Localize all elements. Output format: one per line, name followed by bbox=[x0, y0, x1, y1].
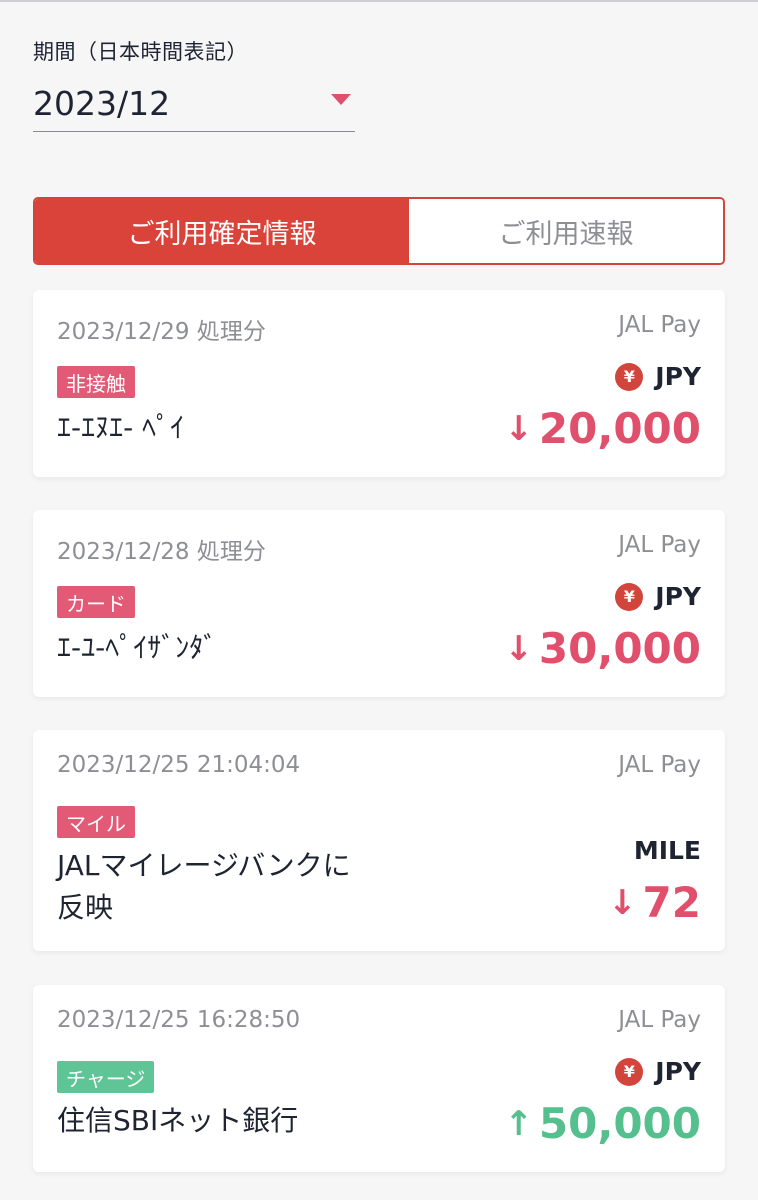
currency-label: ¥ JPY bbox=[615, 1057, 701, 1086]
transaction-card[interactable]: 2023/12/29 処理分 JAL Pay 非接触 ｴ-ｴﾇｴ- ﾍﾟｲ ¥ … bbox=[33, 290, 725, 477]
yen-icon: ¥ bbox=[615, 1057, 644, 1086]
merchant-name: 住信SBIネット銀行 bbox=[57, 1104, 299, 1137]
tab-confirmed-usage[interactable]: ご利用確定情報 bbox=[35, 199, 409, 263]
amount-value: 72 bbox=[642, 878, 701, 927]
usage-tabs: ご利用確定情報 ご利用速報 bbox=[33, 197, 725, 265]
top-divider bbox=[0, 0, 758, 2]
currency-label: ¥ JPY bbox=[615, 362, 701, 391]
currency-code: JPY bbox=[655, 582, 701, 611]
transaction-brand: JAL Pay bbox=[618, 752, 701, 778]
yen-icon: ¥ bbox=[615, 362, 644, 391]
period-value: 2023/12 bbox=[33, 84, 171, 123]
transaction-date: 2023/12/25 21:04:04 bbox=[57, 752, 301, 778]
transaction-date: 2023/12/28 処理分 bbox=[57, 539, 266, 565]
period-label: 期間（日本時間表記） bbox=[33, 40, 248, 64]
period-select[interactable]: 2023/12 bbox=[33, 80, 355, 132]
currency-code: JPY bbox=[655, 1057, 701, 1086]
transaction-brand: JAL Pay bbox=[618, 1007, 701, 1033]
transaction-type-badge: チャージ bbox=[57, 1061, 155, 1093]
transaction-amount: ↓ 30,000 bbox=[504, 624, 701, 673]
merchant-name: ｴ-ﾕ-ﾍﾟｲｻﾞﾝﾀﾞ bbox=[57, 631, 218, 664]
arrow-down-icon: ↓ bbox=[504, 628, 533, 669]
transaction-card[interactable]: 2023/12/25 21:04:04 JAL Pay マイル JALマイレージ… bbox=[33, 730, 725, 951]
merchant-name-line-2: 反映 bbox=[57, 891, 114, 924]
merchant-name: ｴ-ｴﾇｴ- ﾍﾟｲ bbox=[57, 411, 185, 444]
transaction-type-badge: 非接触 bbox=[57, 366, 135, 398]
transaction-brand: JAL Pay bbox=[618, 312, 701, 338]
transaction-amount: ↓ 20,000 bbox=[504, 404, 701, 453]
arrow-up-icon: ↑ bbox=[504, 1103, 533, 1144]
period-filter: 期間（日本時間表記） 2023/12 bbox=[33, 36, 355, 132]
transaction-date: 2023/12/29 処理分 bbox=[57, 319, 266, 345]
amount-value: 20,000 bbox=[538, 404, 701, 453]
transaction-card[interactable]: 2023/12/25 16:28:50 JAL Pay チャージ 住信SBIネッ… bbox=[33, 985, 725, 1172]
arrow-down-icon: ↓ bbox=[608, 882, 637, 923]
transaction-amount: ↑ 50,000 bbox=[504, 1099, 701, 1148]
tab-usage-preview[interactable]: ご利用速報 bbox=[409, 199, 723, 263]
transaction-date: 2023/12/25 16:28:50 bbox=[57, 1007, 301, 1033]
currency-code: JPY bbox=[655, 362, 701, 391]
transaction-card[interactable]: 2023/12/28 処理分 JAL Pay カード ｴ-ﾕ-ﾍﾟｲｻﾞﾝﾀﾞ … bbox=[33, 510, 725, 697]
transaction-type-badge: カード bbox=[57, 586, 135, 618]
caret-down-icon bbox=[331, 94, 351, 105]
transaction-type-badge: マイル bbox=[57, 806, 135, 838]
arrow-down-icon: ↓ bbox=[504, 408, 533, 449]
yen-icon: ¥ bbox=[615, 582, 644, 611]
currency-label: ¥ JPY bbox=[615, 582, 701, 611]
merchant-name-line-1: JALマイレージバンクに bbox=[57, 849, 351, 882]
amount-value: 50,000 bbox=[538, 1099, 701, 1148]
amount-value: 30,000 bbox=[538, 624, 701, 673]
transaction-brand: JAL Pay bbox=[618, 532, 701, 558]
transaction-amount: ↓ 72 bbox=[608, 878, 701, 927]
currency-code: MILE bbox=[633, 836, 701, 865]
currency-label: MILE bbox=[634, 836, 701, 865]
